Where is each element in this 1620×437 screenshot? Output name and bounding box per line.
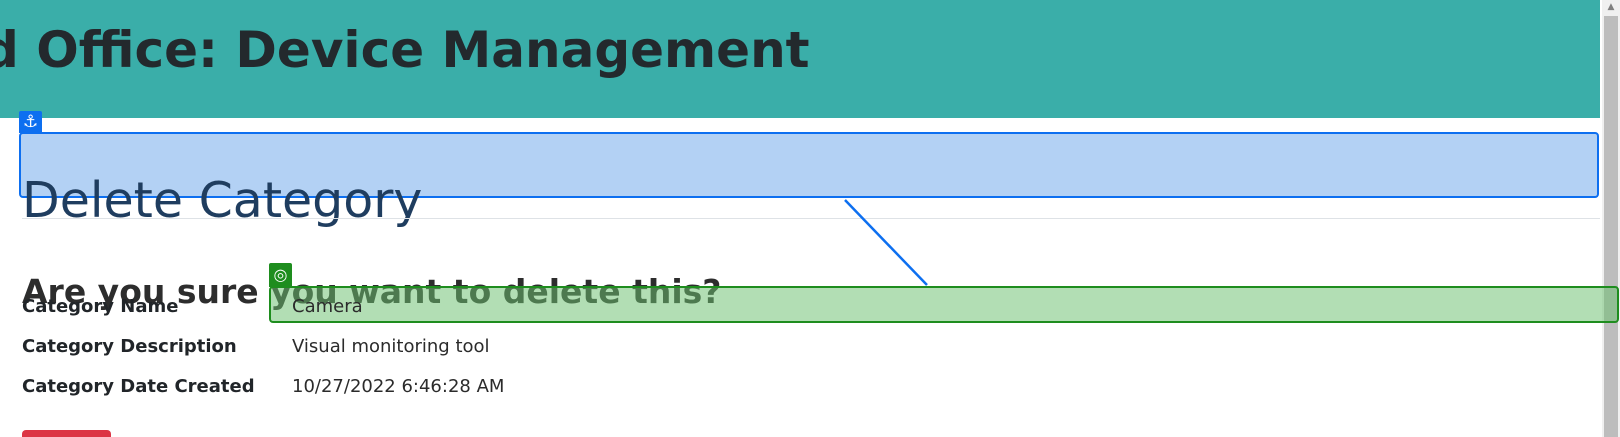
page: d Office: Device Management ▲ ⚓ Delete C…	[0, 0, 1620, 437]
category-description-label: Category Description	[22, 336, 237, 357]
page-title: Delete Category	[22, 171, 423, 229]
category-name-highlight-box	[269, 286, 1619, 323]
vertical-scrollbar[interactable]: ▲	[1602, 0, 1620, 437]
top-banner: d Office: Device Management	[0, 0, 1600, 118]
delete-button[interactable]	[22, 430, 111, 437]
section-divider	[22, 218, 1600, 219]
category-name-value: Camera	[292, 296, 363, 317]
category-date-created-value: 10/27/2022 6:46:28 AM	[292, 376, 505, 397]
target-icon: ◎	[269, 263, 292, 287]
app-title: d Office: Device Management	[0, 21, 810, 79]
anchor-icon: ⚓	[19, 111, 42, 133]
scroll-up-arrow-icon[interactable]: ▲	[1602, 0, 1620, 14]
category-name-label: Category Name	[22, 296, 179, 317]
scroll-thumb[interactable]	[1604, 16, 1618, 437]
connector-line	[844, 199, 928, 286]
category-date-created-label: Category Date Created	[22, 376, 255, 397]
category-description-value: Visual monitoring tool	[292, 336, 490, 357]
